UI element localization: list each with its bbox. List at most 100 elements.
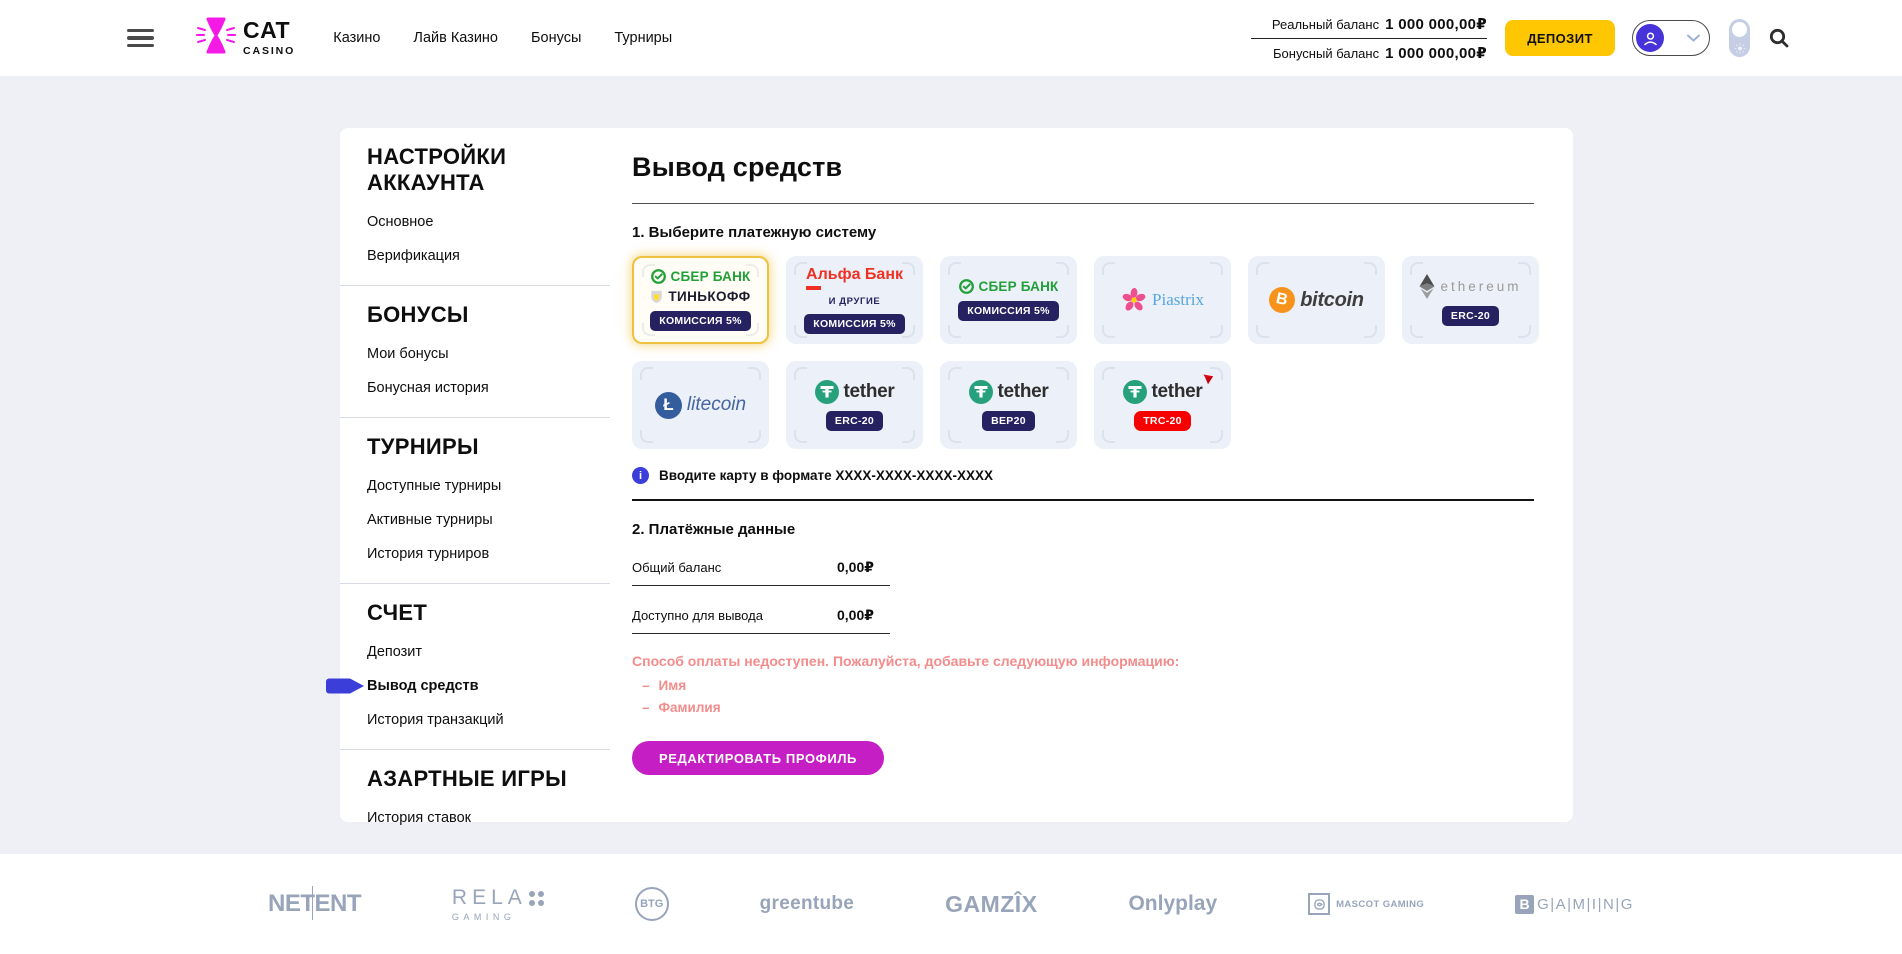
btg-label: BTG: [640, 898, 663, 910]
sidebar-item-bet-history[interactable]: История ставок: [367, 810, 600, 826]
search-button[interactable]: [1768, 27, 1790, 49]
provider-logo-netent: NETENT: [268, 890, 361, 918]
commission-badge: КОМИССИЯ 5%: [650, 311, 751, 331]
commission-badge: КОМИССИЯ 5%: [958, 301, 1059, 321]
sidebar-item-withdrawal[interactable]: Вывод средств: [367, 678, 600, 694]
sidebar-item-verification[interactable]: Верификация: [367, 248, 600, 264]
provider-logo-mascot-gaming: MASCOT GAMING: [1308, 893, 1424, 915]
netent-label: NETENT: [268, 890, 361, 918]
tether-label: tether: [844, 381, 895, 403]
onlyplay-label: Onlyplay: [1128, 892, 1217, 916]
missing-fields-list: – Имя – Фамилия: [642, 678, 1534, 715]
nav-live-casino[interactable]: Лайв Казино: [413, 30, 498, 46]
greentube-label: greentube: [760, 893, 855, 915]
sun-icon: [1734, 43, 1745, 54]
available-balance-label: Доступно для вывода: [632, 608, 763, 623]
missing-field-label: Фамилия: [659, 700, 721, 715]
litecoin-coin-icon: Ł: [655, 392, 682, 419]
nav-bonuses[interactable]: Бонусы: [531, 30, 581, 46]
sber-logo-icon: [651, 269, 666, 284]
available-balance-value: 0,00₽: [837, 607, 874, 624]
brand-line1: CAT: [243, 17, 290, 43]
payment-method-tether-erc20[interactable]: tether ERC-20: [786, 361, 923, 449]
real-balance-value: 1 000 000,00₽: [1385, 15, 1487, 33]
sidebar-section-bonuses: БОНУСЫ Мои бонусы Бонусная история: [340, 286, 610, 417]
sidebar-section-tournaments: ТУРНИРЫ Доступные турниры Активные турни…: [340, 418, 610, 583]
title-divider: [632, 203, 1534, 204]
nav-casino[interactable]: Казино: [333, 30, 380, 46]
ethereum-label: ethereum: [1440, 279, 1521, 294]
sidebar-item-available-tournaments[interactable]: Доступные турниры: [367, 478, 600, 494]
theme-toggle[interactable]: [1729, 19, 1750, 57]
sidebar-item-bonus-history[interactable]: Бонусная история: [367, 380, 600, 396]
provider-logo-bgaming: B G|A|M|I|N|G: [1515, 895, 1634, 914]
chevron-down-icon: [1687, 34, 1700, 42]
payment-method-litecoin[interactable]: Ł litecoin: [632, 361, 769, 449]
bonus-balance-value: 1 000 000,00₽: [1385, 44, 1487, 62]
sidebar-title-gambling: АЗАРТНЫЕ ИГРЫ: [367, 766, 600, 792]
tether-coin-icon: [969, 380, 993, 404]
account-sidebar: НАСТРОЙКИ АККАУНТА Основное Верификация …: [340, 128, 610, 847]
account-menu-button[interactable]: [1632, 20, 1710, 56]
provider-logo-onlyplay: Onlyplay: [1128, 892, 1217, 916]
withdrawal-content: Вывод средств 1. Выберите платежную сист…: [632, 128, 1534, 775]
piastrix-label: Piastrix: [1152, 290, 1204, 310]
card-format-hint: i Вводите карту в формате ХХХХ-ХХХХ-ХХХХ…: [632, 467, 1534, 484]
network-badge: BEP20: [982, 411, 1035, 431]
sidebar-item-deposit[interactable]: Депозит: [367, 644, 600, 660]
tether-label: tether: [998, 381, 1049, 403]
payment-method-sber-tinkoff[interactable]: СБЕР БАНК ТИНЬКОФФ КОМИССИЯ 5%: [632, 256, 769, 344]
sidebar-title-bonuses: БОНУСЫ: [367, 302, 600, 328]
payment-method-sber[interactable]: СБЕР БАНК КОМИССИЯ 5%: [940, 256, 1077, 344]
real-balance-row: Реальный баланс 1 000 000,00₽: [1251, 15, 1487, 33]
providers-footer: NETENT RELA GAMING BTG greentube GAMZÎX …: [0, 854, 1902, 954]
relax-sub-label: GAMING: [452, 912, 516, 922]
brand-wordmark: CAT CASINO: [243, 19, 295, 58]
relax-dots-icon: [529, 891, 544, 906]
sidebar-item-my-bonuses[interactable]: Мои бонусы: [367, 346, 600, 362]
avatar: [1636, 24, 1664, 52]
bitcoin-coin-icon: B: [1269, 287, 1295, 313]
payment-method-ethereum[interactable]: ethereum ERC-20: [1402, 256, 1539, 344]
payment-method-bitcoin[interactable]: B bitcoin: [1248, 256, 1385, 344]
payment-method-alfa-bank[interactable]: Альфа Банк И ДРУГИЕ КОМИССИЯ 5%: [786, 256, 923, 344]
deposit-button[interactable]: ДЕПОЗИТ: [1505, 20, 1615, 56]
payment-method-tether-trc20[interactable]: tether TRC-20: [1094, 361, 1231, 449]
alfa-label: Альфа Банк: [806, 266, 903, 284]
alfa-underline: [806, 286, 821, 290]
sber-label: СБЕР БАНК: [979, 279, 1059, 294]
nav-tournaments[interactable]: Турниры: [614, 30, 672, 46]
piastrix-flower-icon: [1121, 287, 1147, 313]
edit-profile-button[interactable]: РЕДАКТИРОВАТЬ ПРОФИЛЬ: [632, 741, 884, 775]
payment-method-tether-bep20[interactable]: tether BEP20: [940, 361, 1077, 449]
sidebar-item-withdrawal-label: Вывод средств: [367, 678, 479, 694]
info-icon: i: [632, 467, 649, 484]
sidebar-section-gambling: АЗАРТНЫЕ ИГРЫ История ставок: [340, 750, 610, 847]
tinkoff-shield-icon: [650, 290, 663, 304]
page-title: Вывод средств: [632, 152, 1534, 183]
sidebar-item-tournament-history[interactable]: История турниров: [367, 546, 600, 562]
hamburger-menu-icon[interactable]: [127, 29, 154, 48]
bgaming-label: G|A|M|I|N|G: [1537, 896, 1634, 913]
ethereum-diamond-icon: [1419, 274, 1435, 299]
mascot-label: MASCOT GAMING: [1336, 899, 1424, 910]
bitcoin-label: bitcoin: [1300, 289, 1363, 312]
network-badge: ERC-20: [1442, 306, 1499, 326]
payment-methods-grid: СБЕР БАНК ТИНЬКОФФ КОМИССИЯ 5% Альфа Бан…: [632, 256, 1572, 449]
list-marker: –: [642, 678, 650, 693]
gamzix-label: GAMZÎX: [945, 891, 1037, 918]
payment-method-piastrix[interactable]: Piastrix: [1094, 256, 1231, 344]
tinkoff-label: ТИНЬКОФФ: [668, 289, 750, 304]
toggle-knob: [1732, 22, 1747, 37]
mascot-icon: [1308, 893, 1330, 915]
sidebar-item-main[interactable]: Основное: [367, 214, 600, 230]
cat-logo-icon: [196, 16, 236, 61]
sidebar-item-transaction-history[interactable]: История транзакций: [367, 712, 600, 728]
missing-field-label: Имя: [659, 678, 687, 693]
account-panel: НАСТРОЙКИ АККАУНТА Основное Верификация …: [340, 128, 1573, 822]
missing-field-first-name: – Имя: [642, 678, 1534, 693]
sidebar-item-active-tournaments[interactable]: Активные турниры: [367, 512, 600, 528]
brand-logo[interactable]: CAT CASINO: [196, 16, 295, 61]
available-balance-row: Доступно для вывода 0,00₽: [632, 607, 890, 634]
step1-label: 1. Выберите платежную систему: [632, 224, 1534, 241]
